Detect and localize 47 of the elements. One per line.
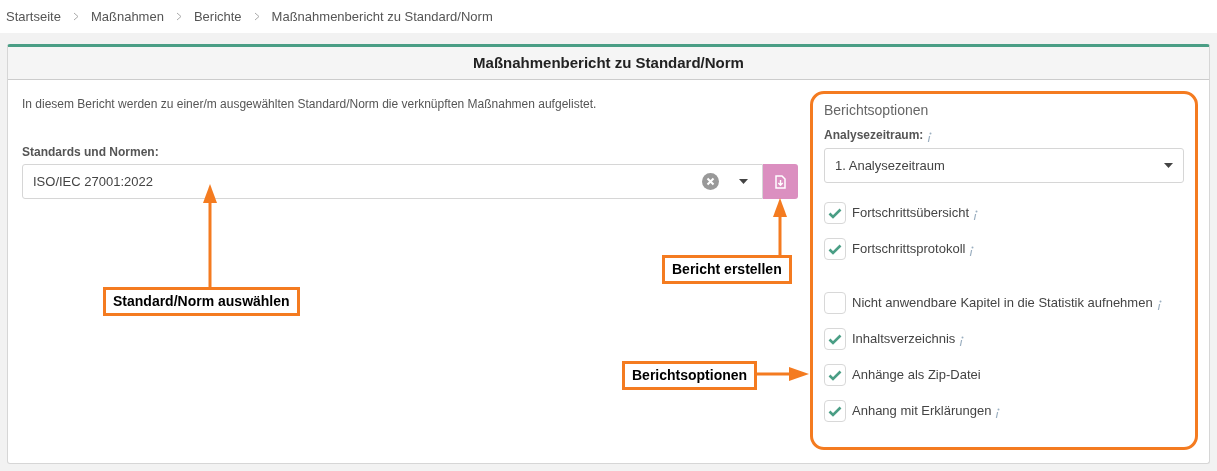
check-icon: [828, 369, 842, 381]
field-label: Standards und Normen:: [22, 144, 160, 161]
panel-title: Berichtsoptionen: [824, 101, 930, 120]
info-icon[interactable]: [927, 131, 933, 143]
file-download-icon: [775, 174, 786, 189]
caret-icon[interactable]: [739, 179, 748, 184]
info-icon[interactable]: [959, 335, 965, 347]
option-label: Nicht anwendbare Kapitel in die Statistik aufnehmen: [852, 294, 1153, 313]
standard-select[interactable]: ISO/IEC 27001:2022: [22, 164, 763, 199]
arrow: [772, 197, 788, 255]
check-icon: [828, 405, 842, 417]
check-icon: [828, 207, 842, 219]
option-label: Anhang mit Erklärungen: [852, 402, 992, 421]
callout-label: Standard/Norm auswählen: [103, 287, 300, 316]
chevron-icon: [175, 12, 182, 21]
callout-label: Berichtsoptionen: [622, 361, 758, 390]
checkbox[interactable]: [824, 202, 846, 224]
breadcrumb-link[interactable]: Startseite: [6, 6, 61, 27]
callout-label: Bericht erstellen: [662, 255, 792, 284]
check-icon: [828, 243, 842, 255]
info-icon[interactable]: [995, 407, 1001, 419]
checkbox[interactable]: [824, 238, 846, 260]
clear-icon[interactable]: [702, 173, 719, 190]
checkbox[interactable]: [824, 400, 846, 422]
checkbox[interactable]: [824, 292, 846, 314]
info-icon[interactable]: [1156, 299, 1162, 311]
period-select[interactable]: 1. Analysezeitraum: [824, 148, 1184, 183]
chevron-icon: [253, 12, 260, 21]
chevron-icon: [72, 12, 79, 21]
option-label: Inhaltsverzeichnis: [852, 330, 956, 349]
description: In diesem Bericht werden zu einer/m ausgewählten Standard/Norm die verknüpften Maßnahmen aufgelistet.: [22, 96, 598, 113]
card-title: Maßnahmenbericht zu Standard/Norm: [473, 52, 744, 73]
option-label: Fortschrittsübersicht: [852, 204, 970, 223]
option-label: Anhänge als Zip-Datei: [852, 366, 981, 385]
info-icon[interactable]: [969, 245, 975, 257]
check-icon: [828, 333, 842, 345]
checkbox[interactable]: [824, 328, 846, 350]
create-report-button[interactable]: [763, 164, 798, 199]
arrow: [757, 366, 810, 382]
breadcrumb-link[interactable]: Maßnahmen: [90, 6, 164, 27]
caret-icon: [1164, 163, 1173, 168]
option-label: Fortschrittsprotokoll: [852, 240, 966, 259]
breadcrumb-link[interactable]: Berichte: [193, 6, 242, 27]
checkbox[interactable]: [824, 364, 846, 386]
breadcrumb-link[interactable]: Maßnahmenbericht zu Standard/Norm: [271, 6, 493, 27]
info-icon[interactable]: [973, 209, 979, 221]
field-label: Analysezeitraum:: [824, 127, 924, 144]
